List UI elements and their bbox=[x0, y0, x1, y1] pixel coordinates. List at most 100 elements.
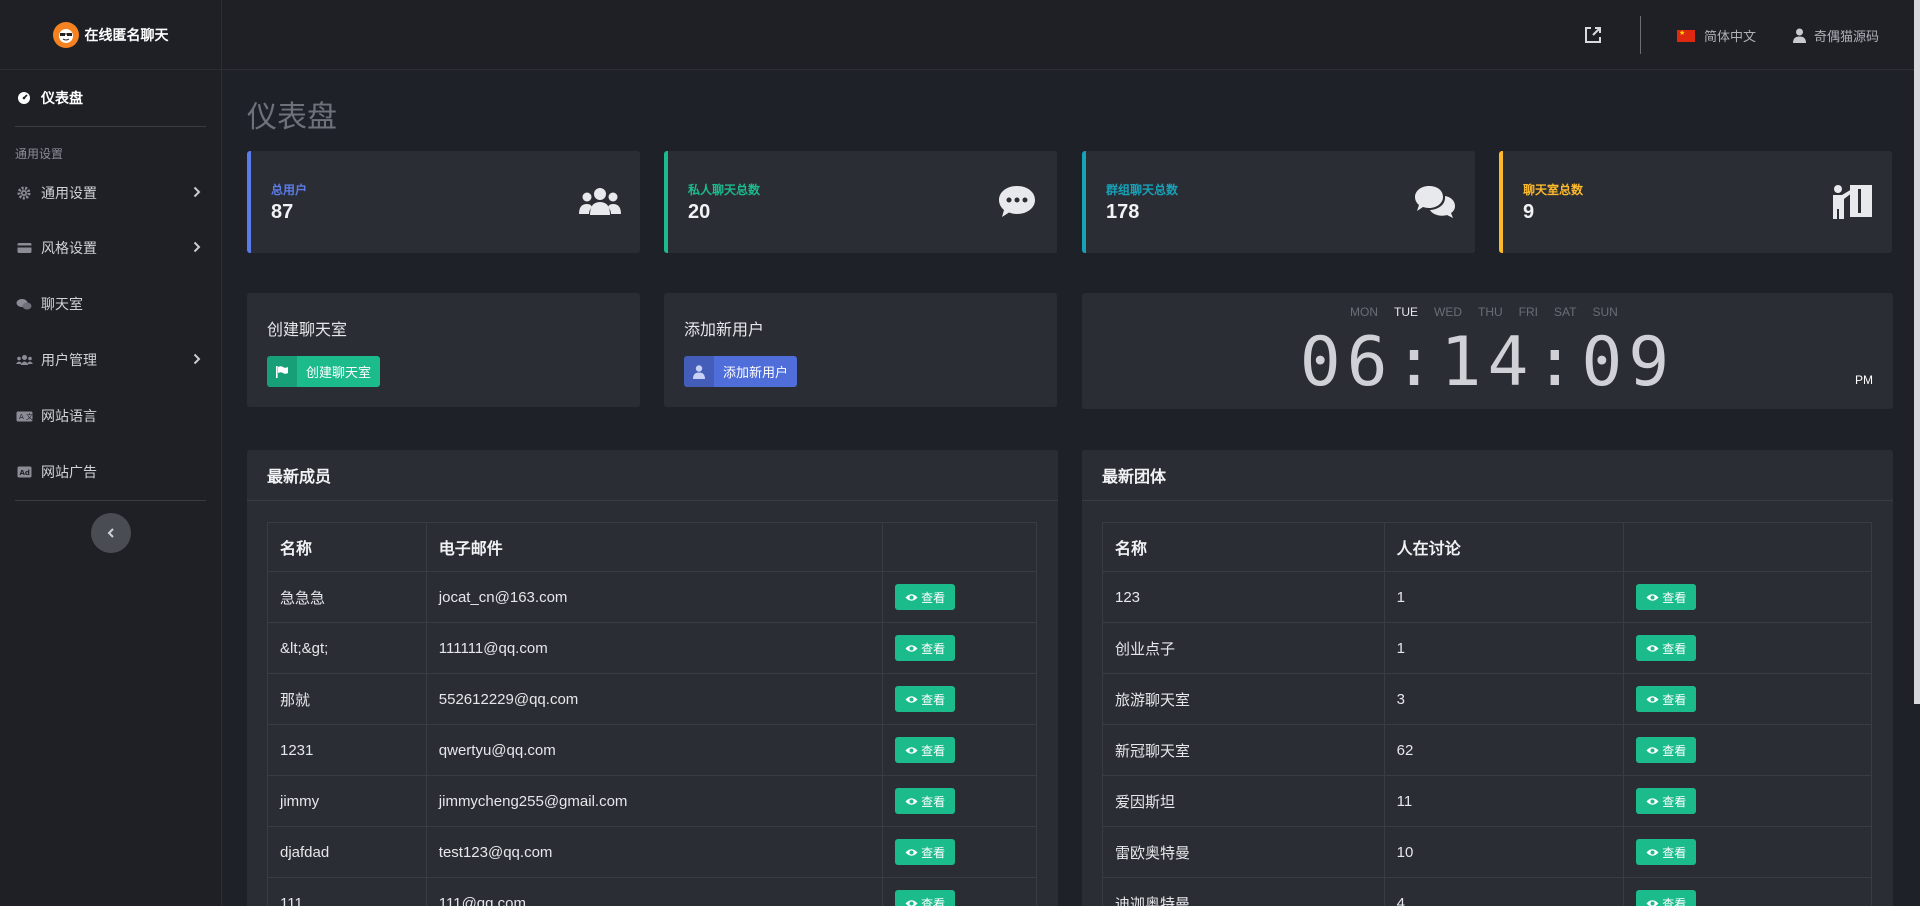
user-icon bbox=[684, 356, 714, 387]
view-button[interactable]: 查看 bbox=[1636, 635, 1697, 661]
page-scrollbar[interactable] bbox=[1914, 0, 1920, 704]
card-icon bbox=[15, 241, 33, 255]
sidebar-item-label: 聊天室 bbox=[41, 296, 83, 312]
comments-icon bbox=[1413, 183, 1457, 221]
brand-logo-icon bbox=[52, 21, 79, 48]
language-icon: A 文 bbox=[15, 409, 33, 423]
users-icon bbox=[578, 183, 622, 221]
comment-dots-icon bbox=[995, 183, 1039, 221]
view-button[interactable]: 查看 bbox=[895, 635, 956, 661]
view-button-label: 查看 bbox=[921, 692, 946, 707]
table-row: 新冠聊天室 62 查看 bbox=[1102, 724, 1872, 776]
value-cell: 10 bbox=[1383, 826, 1625, 878]
eye-icon bbox=[1646, 848, 1659, 856]
eye-icon bbox=[905, 797, 918, 805]
view-button[interactable]: 查看 bbox=[1636, 788, 1697, 814]
action-cell: 查看 bbox=[1623, 775, 1872, 827]
name-cell: 旅游聊天室 bbox=[1102, 673, 1385, 725]
nav-divider bbox=[15, 500, 206, 501]
name-cell: 急急急 bbox=[267, 571, 427, 623]
view-button[interactable]: 查看 bbox=[1636, 686, 1697, 712]
create-chatroom-card: 创建聊天室 创建聊天室 bbox=[247, 293, 640, 407]
table-row: 旅游聊天室 3 查看 bbox=[1102, 673, 1872, 725]
action-cell: 查看 bbox=[1623, 877, 1872, 906]
sidebar-item-label: 风格设置 bbox=[41, 240, 97, 256]
value-cell: 62 bbox=[1383, 724, 1625, 776]
svg-text:A 文: A 文 bbox=[19, 412, 33, 421]
stat-value: 178 bbox=[1106, 201, 1140, 223]
eye-icon bbox=[1646, 797, 1659, 805]
view-button[interactable]: 查看 bbox=[1636, 737, 1697, 763]
sidebar-item-dashboard[interactable]: 仪表盘 bbox=[0, 70, 221, 126]
sidebar-item-user-management[interactable]: 用户管理 bbox=[0, 332, 221, 388]
view-button-label: 查看 bbox=[1662, 794, 1687, 809]
add-user-title: 添加新用户 bbox=[684, 322, 765, 339]
chevron-right-icon bbox=[193, 240, 201, 256]
eye-icon bbox=[1646, 746, 1659, 754]
value-cell: 111@qq.com bbox=[425, 877, 884, 906]
column-header bbox=[882, 522, 1037, 572]
sidebar-item-site-ads[interactable]: Ad 网站广告 bbox=[0, 444, 221, 500]
value-cell: 11 bbox=[1383, 775, 1625, 827]
action-cell: 查看 bbox=[882, 826, 1037, 878]
name-cell: 111 bbox=[267, 877, 427, 906]
weekday: SUN bbox=[1592, 305, 1618, 319]
view-button[interactable]: 查看 bbox=[895, 737, 956, 763]
view-button[interactable]: 查看 bbox=[1636, 890, 1697, 906]
view-button[interactable]: 查看 bbox=[895, 839, 956, 865]
view-button[interactable]: 查看 bbox=[895, 788, 956, 814]
sidebar-item-label: 网站语言 bbox=[41, 408, 97, 424]
external-link-icon[interactable] bbox=[1582, 24, 1604, 46]
create-chatroom-title: 创建聊天室 bbox=[267, 322, 348, 339]
sidebar-item-label: 通用设置 bbox=[41, 185, 97, 201]
name-cell: 123 bbox=[1102, 571, 1385, 623]
language-selector[interactable]: 简体中文 bbox=[1677, 26, 1756, 45]
name-cell: 1231 bbox=[267, 724, 427, 776]
sidebar-collapse-button[interactable] bbox=[91, 513, 131, 553]
value-cell: 3 bbox=[1383, 673, 1625, 725]
weekday-active: TUE bbox=[1394, 305, 1418, 319]
view-button-label: 查看 bbox=[921, 743, 946, 758]
language-label: 简体中文 bbox=[1704, 29, 1757, 44]
sidebar-item-label: 用户管理 bbox=[41, 352, 97, 368]
brand[interactable]: 在线匿名聊天 bbox=[0, 0, 221, 70]
create-chatroom-button[interactable]: 创建聊天室 bbox=[267, 356, 381, 387]
ad-icon: Ad bbox=[15, 465, 33, 479]
name-cell: djafdad bbox=[267, 826, 427, 878]
latest-groups-panel: 最新团体 名称 人在讨论 123 1 查看 创业点子 1 查看 旅游聊天室 3 查看 新冠聊天室 6… bbox=[1082, 450, 1893, 906]
stat-label: 私人聊天总数 bbox=[688, 183, 761, 197]
view-button[interactable]: 查看 bbox=[895, 686, 956, 712]
sidebar-item-site-language[interactable]: A 文 网站语言 bbox=[0, 388, 221, 444]
view-button[interactable]: 查看 bbox=[1636, 839, 1697, 865]
table-header-row: 名称 人在讨论 bbox=[1102, 522, 1872, 572]
latest-members-panel: 最新成员 名称 电子邮件 急急急 jocat_cn@163.com 查看 &lt;&g… bbox=[247, 450, 1058, 906]
view-button[interactable]: 查看 bbox=[1636, 584, 1697, 610]
stat-card-group-chats: 群组聊天总数 178 bbox=[1082, 151, 1475, 253]
add-user-card: 添加新用户 添加新用户 bbox=[664, 293, 1057, 407]
user-menu[interactable]: 奇偶猫源码 bbox=[1793, 26, 1879, 45]
digital-clock: MON TUE WED THU FRI SAT SUN 06:14:09 PM bbox=[1082, 293, 1893, 409]
name-cell: 那就 bbox=[267, 673, 427, 725]
eye-icon bbox=[905, 899, 918, 906]
action-cell: 查看 bbox=[882, 877, 1037, 906]
weekday: MON bbox=[1350, 305, 1378, 319]
sidebar-item-style-settings[interactable]: 风格设置 bbox=[0, 220, 221, 276]
topbar-divider bbox=[1640, 16, 1641, 54]
sidebar-item-label: 仪表盘 bbox=[41, 90, 83, 106]
value-cell: 1 bbox=[1383, 622, 1625, 674]
table-row: 急急急 jocat_cn@163.com 查看 bbox=[267, 571, 1037, 623]
add-user-button[interactable]: 添加新用户 bbox=[684, 356, 798, 387]
value-cell: jocat_cn@163.com bbox=[425, 571, 884, 623]
action-cell: 查看 bbox=[882, 775, 1037, 827]
button-label: 添加新用户 bbox=[723, 365, 789, 380]
sidebar-item-general-settings[interactable]: 通用设置 bbox=[0, 166, 221, 220]
flag-icon bbox=[267, 356, 297, 387]
eye-icon bbox=[905, 695, 918, 703]
view-button[interactable]: 查看 bbox=[895, 890, 956, 906]
view-button[interactable]: 查看 bbox=[895, 584, 956, 610]
table-row: 雷欧奥特曼 10 查看 bbox=[1102, 826, 1872, 878]
weekday: SAT bbox=[1554, 305, 1577, 319]
view-button-label: 查看 bbox=[921, 845, 946, 860]
sidebar-item-chatroom[interactable]: 聊天室 bbox=[0, 276, 221, 332]
name-cell: 创业点子 bbox=[1102, 622, 1385, 674]
